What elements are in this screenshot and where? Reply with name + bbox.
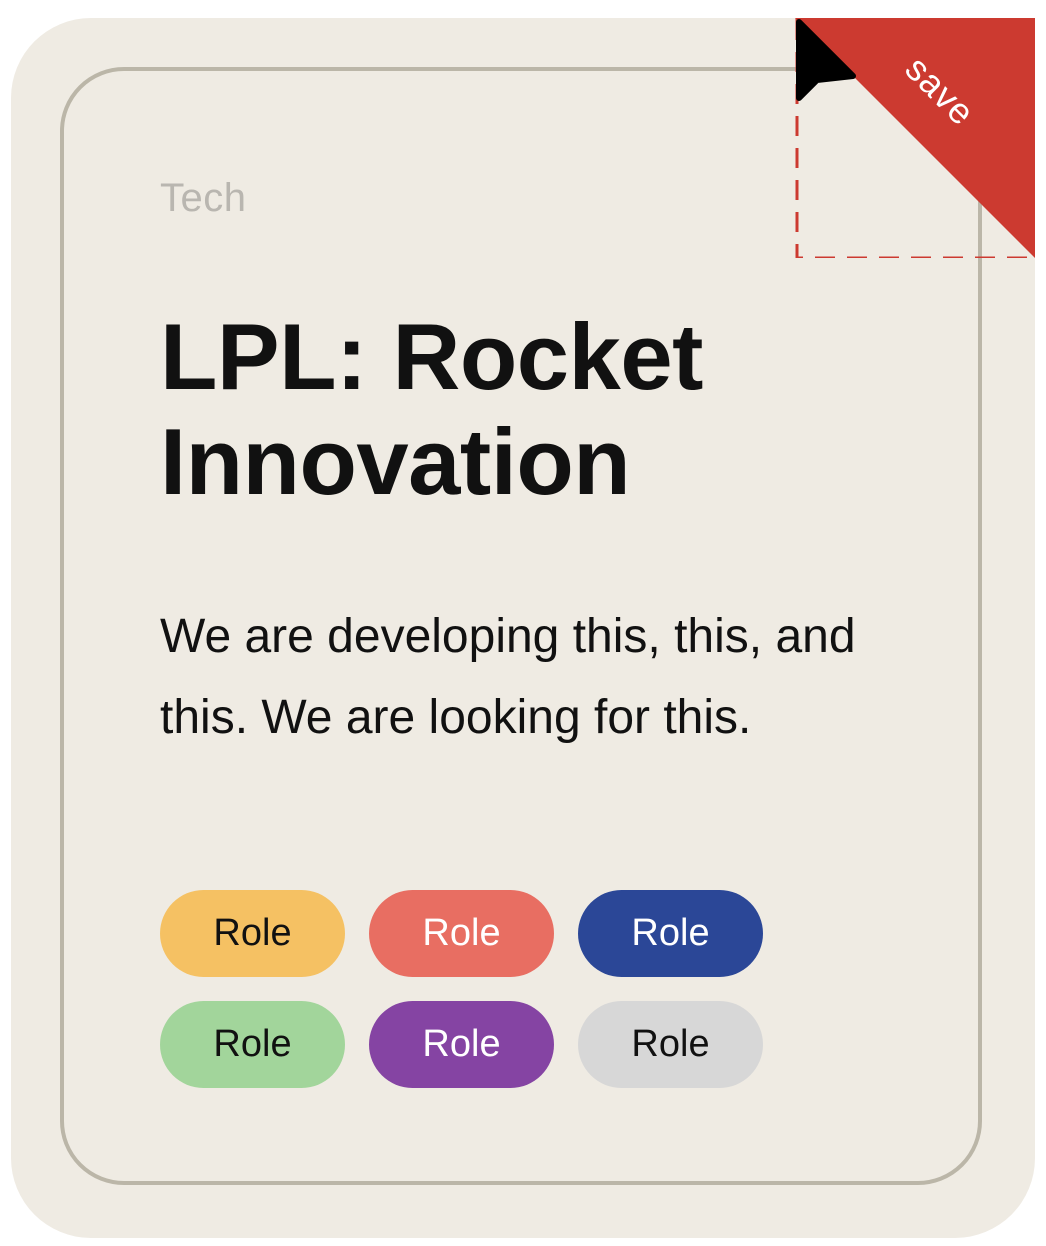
role-tag[interactable]: Role [578,890,763,977]
save-button[interactable]: save [795,18,1035,258]
mouse-pointer-icon [796,19,856,101]
role-tag[interactable]: Role [160,890,345,977]
role-tags: Role Role Role Role Role Role [160,890,780,1088]
role-tag[interactable]: Role [369,1001,554,1088]
project-card[interactable]: Tech LPL: Rocket Innovation We are devel… [11,18,1035,1238]
project-title: LPL: Rocket Innovation [160,304,703,514]
role-tag[interactable]: Role [160,1001,345,1088]
role-tag[interactable]: Role [369,890,554,977]
project-description: We are developing this, this, and this. … [160,610,856,744]
role-tag[interactable]: Role [578,1001,763,1088]
category-label: Tech [160,176,247,220]
